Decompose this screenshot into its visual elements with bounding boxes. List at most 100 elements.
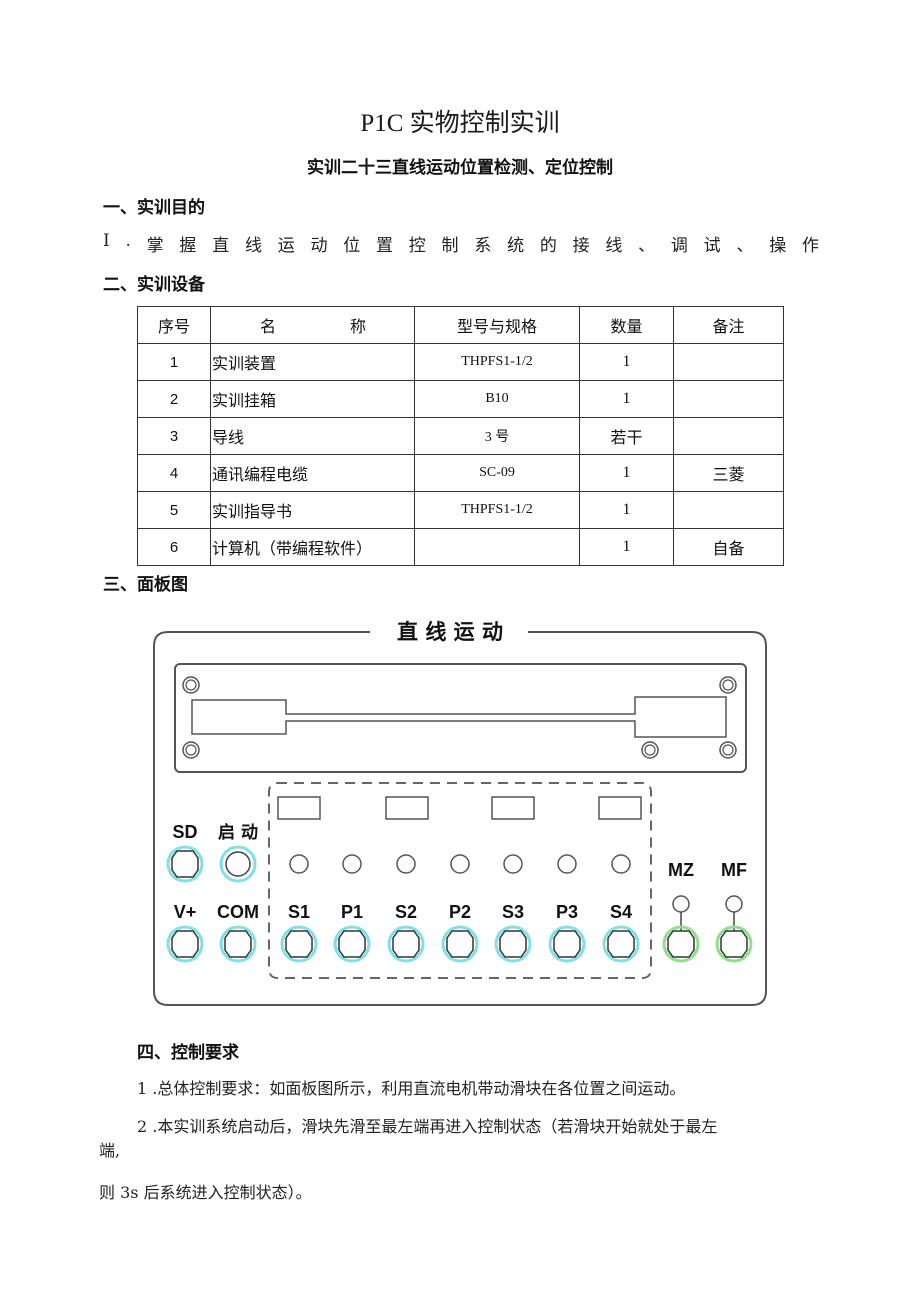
cell-note: [673, 380, 784, 418]
objective-char: .: [125, 231, 131, 251]
cell-model: THPFS1-1/2: [414, 491, 580, 529]
motor-indicator: [672, 895, 690, 913]
cell-note: [673, 491, 784, 529]
motor-label: MF: [721, 860, 747, 880]
com-label: COM: [217, 902, 259, 922]
cell-no: 6: [137, 528, 211, 566]
objective-char: 的: [539, 236, 557, 256]
indicator-lamp: [396, 854, 416, 874]
terminal-label: S3: [502, 902, 524, 922]
com-socket[interactable]: [219, 925, 257, 963]
screw-icon: [719, 676, 737, 694]
cell-qty: 1: [579, 491, 674, 529]
objective-char: 系: [474, 236, 492, 256]
equipment-heading: 二、实训设备: [103, 275, 205, 295]
cell-note: 三菱: [673, 454, 784, 492]
objective-char: 运: [277, 236, 295, 256]
terminal-label: S1: [288, 902, 310, 922]
panel-diagram: 直 线 运 动 SD 启 动 V+ COM S1 P1 S2 P2 S3 P3 S4 MZ M…: [153, 620, 767, 1006]
terminal-socket[interactable]: [387, 925, 425, 963]
cell-no: 1: [137, 343, 211, 381]
document-title: P1C 实物控制实训: [360, 110, 560, 137]
terminal-socket[interactable]: [333, 925, 371, 963]
control-heading: 四、控制要求: [137, 1043, 239, 1063]
start-button[interactable]: [219, 845, 257, 883]
cell-note: 自备: [673, 528, 784, 566]
panel-heading: 三、面板图: [103, 575, 188, 595]
control-paragraph-2-line-2: 端,: [99, 1141, 121, 1160]
vplus-label: V+: [174, 902, 197, 922]
terminal-socket[interactable]: [441, 925, 479, 963]
sensor-window: [598, 796, 642, 820]
objective-char: 统: [507, 236, 525, 256]
equipment-table: 序号 名称 型号与规格 数量 备注 1 实训装置 THPFS1-1/2 1 2 实训挂箱 B…: [137, 306, 784, 566]
cell-no: 2: [137, 380, 211, 418]
cell-qty: 1: [579, 454, 674, 492]
table-row: 2 实训挂箱 B10 1: [137, 380, 784, 418]
objective-char: I: [103, 231, 110, 251]
terminal-label: P1: [341, 902, 363, 922]
objective-char: 置: [376, 236, 394, 256]
cell-no: 3: [137, 417, 211, 455]
screw-icon: [182, 741, 200, 759]
document-subtitle: 实训二十三直线运动位置检测、定位控制: [307, 158, 613, 178]
objective-char: 动: [310, 236, 328, 256]
cell-model: B10: [414, 380, 580, 418]
cell-model: 3 号: [414, 417, 580, 455]
cell-qty: 1: [579, 528, 674, 566]
objective-char: 控: [408, 236, 426, 256]
screw-icon: [641, 741, 659, 759]
cell-no: 4: [137, 454, 211, 492]
indicator-lamp: [342, 854, 362, 874]
terminal-label: P3: [556, 902, 578, 922]
vplus-socket[interactable]: [166, 925, 204, 963]
objective-char: 位: [343, 236, 361, 256]
control-paragraph-2-line-1: 2 .本实训系统启动后，滑块先滑至最左端再进入控制状态（若滑块开始就处于最左: [137, 1117, 718, 1136]
objective-heading: 一、实训目的: [103, 198, 205, 218]
col-header-model: 型号与规格: [414, 306, 580, 344]
sd-label: SD: [172, 822, 197, 842]
objective-char: 握: [179, 236, 197, 256]
terminal-socket[interactable]: [280, 925, 318, 963]
terminal-socket[interactable]: [494, 925, 532, 963]
objective-char: 试: [703, 236, 721, 256]
objective-char: 、: [736, 236, 754, 256]
objective-char: 调: [670, 236, 688, 256]
terminal-label: S4: [610, 902, 632, 922]
cell-name: 实训装置: [210, 343, 415, 381]
motor-socket[interactable]: [715, 925, 753, 963]
terminal-label: P2: [449, 902, 471, 922]
objective-char: 操: [769, 236, 787, 256]
objective-item: I. 掌握直线运动位置控制系统的接线、调试、操作: [103, 231, 819, 256]
cell-note: [673, 417, 784, 455]
objective-char: 作: [801, 236, 819, 256]
screw-icon: [719, 741, 737, 759]
col-header-name-part1: 名: [259, 317, 276, 336]
sd-socket[interactable]: [166, 845, 204, 883]
table-row: 5 实训指导书 THPFS1-1/2 1: [137, 491, 784, 529]
terminal-socket[interactable]: [602, 925, 640, 963]
cell-model: THPFS1-1/2: [414, 343, 580, 381]
cell-name: 实训挂箱: [210, 380, 415, 418]
cell-name: 计算机（带编程软件）: [210, 528, 415, 566]
sensor-window: [491, 796, 535, 820]
control-paragraph-2-line-3: 则 3s 后系统进入控制状态）。: [99, 1183, 312, 1202]
table-header-row: 序号 名称 型号与规格 数量 备注: [137, 306, 784, 344]
panel-title: 直 线 运 动: [397, 620, 503, 644]
col-header-no: 序号: [137, 306, 211, 344]
table-row: 4 通讯编程电缆 SC-09 1 三菱: [137, 454, 784, 492]
sensor-region: [268, 782, 652, 979]
cell-qty: 若干: [579, 417, 674, 455]
control-paragraph-1: 1 .总体控制要求：如面板图所示，利用直流电机带动滑块在各位置之间运动。: [137, 1079, 686, 1098]
start-label: 启 动: [218, 822, 258, 843]
cell-model: SC-09: [414, 454, 580, 492]
terminal-socket[interactable]: [548, 925, 586, 963]
indicator-lamp: [503, 854, 523, 874]
col-header-note: 备注: [673, 306, 784, 344]
table-row: 6 计算机（带编程软件） 1 自备: [137, 528, 784, 566]
table-row: 1 实训装置 THPFS1-1/2 1: [137, 343, 784, 381]
cell-model: [414, 528, 580, 566]
cell-name: 实训指导书: [210, 491, 415, 529]
motor-socket[interactable]: [662, 925, 700, 963]
table-row: 3 导线 3 号若干: [137, 417, 784, 455]
